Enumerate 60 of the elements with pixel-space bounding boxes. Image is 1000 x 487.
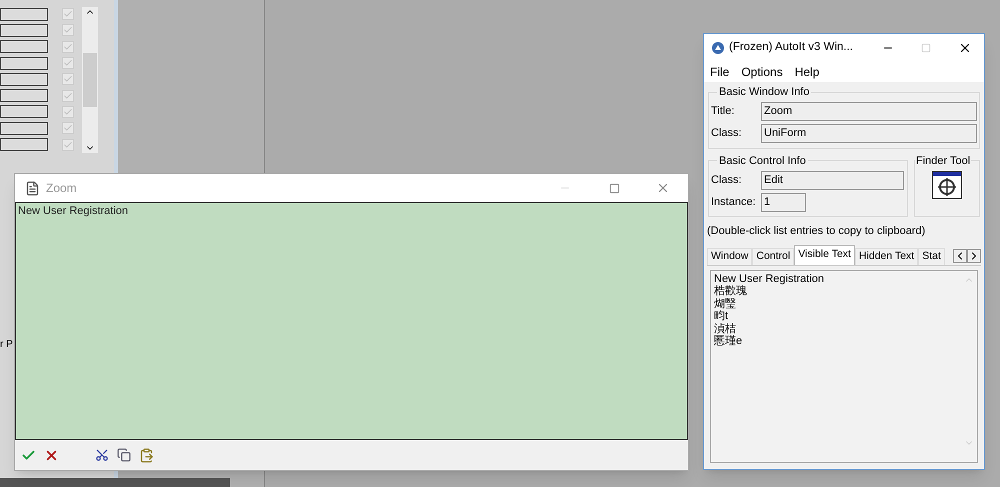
field-label: Class:: [711, 172, 743, 188]
value-field[interactable]: 1: [761, 192, 806, 212]
text-field[interactable]: [0, 122, 48, 135]
cut-icon[interactable]: [95, 448, 109, 462]
list-entry[interactable]: 湞桔: [714, 322, 736, 335]
list-entry[interactable]: 梏歡瑰: [714, 285, 747, 298]
label-text: r P: [0, 339, 13, 351]
window-title: Zoom: [46, 180, 77, 197]
tab[interactable]: Hidden Text: [854, 248, 918, 264]
hint-text: (Double-click list entries to copy to clipboard): [707, 224, 926, 239]
group-heading: Basic Window Info: [718, 85, 810, 100]
maximize-icon[interactable]: [609, 182, 620, 194]
list-entry[interactable]: 畇t: [714, 310, 728, 322]
checkbox[interactable]: [62, 57, 74, 70]
checkbox[interactable]: [62, 90, 74, 102]
value-field[interactable]: Edit: [761, 170, 904, 190]
text-field[interactable]: [0, 40, 48, 54]
tab[interactable]: Control: [752, 248, 794, 264]
value-field[interactable]: UniForm: [761, 124, 977, 143]
scrollbar[interactable]: [82, 7, 98, 153]
checkbox[interactable]: [62, 8, 74, 20]
list-entry[interactable]: 煳瑿: [714, 298, 736, 310]
checkbox[interactable]: [62, 24, 74, 36]
value-field[interactable]: Zoom: [761, 102, 977, 121]
group-heading: Basic Control Info: [718, 154, 807, 168]
checkbox[interactable]: [62, 138, 74, 151]
menu-item[interactable]: Options: [741, 63, 783, 81]
menu-item[interactable]: File: [710, 63, 730, 81]
visible-text-list[interactable]: New User Registration 梏歡瑰 煳瑿 畇t 湞桔 慝瑾e: [710, 270, 978, 463]
document-icon: [25, 180, 40, 196]
text-field[interactable]: [0, 138, 48, 152]
list-entry[interactable]: 慝瑾e: [714, 335, 742, 348]
text-field[interactable]: [0, 72, 48, 86]
text-field[interactable]: [0, 24, 48, 37]
paste-icon[interactable]: [139, 448, 154, 462]
window-title: (Frozen) AutoIt v3 Win...: [729, 40, 853, 56]
list-entry[interactable]: New User Registration: [714, 272, 824, 285]
scroll-right-icon[interactable]: [967, 248, 981, 262]
menu-item[interactable]: Help: [794, 63, 820, 81]
text-field[interactable]: [0, 56, 48, 70]
checkbox[interactable]: [62, 106, 74, 118]
crosshair-icon[interactable]: [932, 171, 962, 199]
group-heading: Finder Tool: [915, 154, 972, 168]
app-logo-icon: [712, 42, 724, 54]
scroll-left-icon[interactable]: [953, 248, 967, 262]
copy-icon[interactable]: [117, 448, 131, 462]
tab[interactable]: Stat: [918, 248, 945, 264]
text-area[interactable]: New User Registration: [15, 202, 688, 440]
text-field[interactable]: [0, 89, 48, 102]
checkbox[interactable]: [62, 40, 74, 53]
text-field[interactable]: [0, 105, 48, 118]
tab[interactable]: Visible Text: [794, 244, 855, 264]
tab[interactable]: Window: [707, 248, 752, 264]
text-field[interactable]: [0, 8, 48, 21]
checkbox[interactable]: [62, 122, 74, 134]
checkbox[interactable]: [62, 73, 74, 86]
field-label: Instance:: [711, 194, 757, 210]
field-label: Title:: [711, 104, 736, 120]
field-label: Class:: [711, 126, 743, 142]
close-icon[interactable]: [958, 41, 972, 55]
